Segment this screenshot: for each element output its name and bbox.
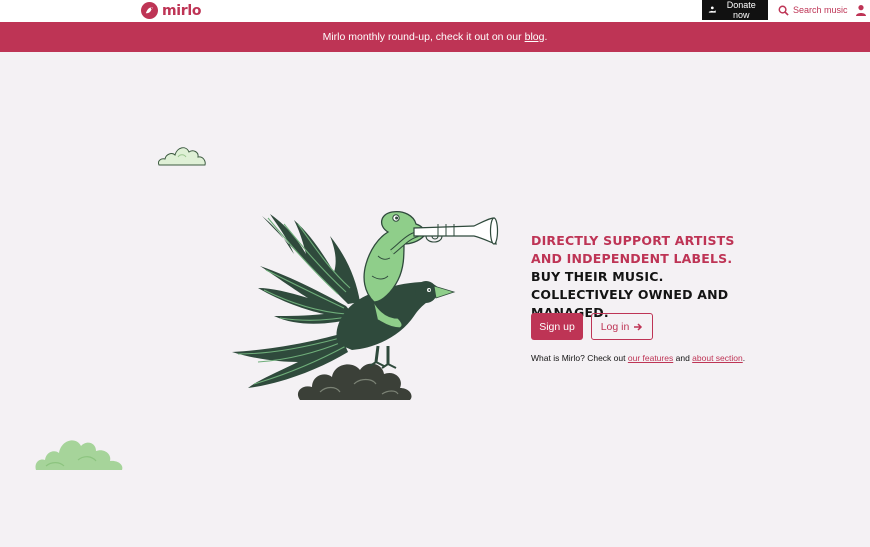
search-music-button[interactable]: Search music	[778, 3, 848, 17]
blog-link[interactable]: blog	[525, 31, 545, 43]
donate-button[interactable]: Donate now	[702, 0, 768, 20]
hero-tagline: Directly support artists and independent…	[531, 232, 756, 322]
about-suffix: .	[742, 353, 746, 363]
about-prefix: What is Mirlo? Check out	[531, 353, 626, 363]
top-nav: mirlo Donate now Search music	[0, 0, 870, 22]
search-icon	[778, 5, 789, 16]
features-link[interactable]: our features	[628, 353, 673, 363]
cloud-illustration-large	[35, 440, 123, 470]
tagline-accent: Directly support artists and independent…	[531, 233, 735, 266]
banner-text: Mirlo monthly round-up, check it out on …	[322, 31, 522, 43]
banner-suffix: .	[544, 31, 548, 43]
donate-label: Donate now	[726, 0, 756, 20]
logo-link[interactable]: mirlo	[141, 1, 202, 20]
cloud-illustration-small	[158, 147, 206, 166]
user-icon[interactable]	[855, 4, 867, 16]
login-label: Log in	[600, 320, 630, 333]
about-text: What is Mirlo? Check out our features an…	[531, 353, 745, 363]
about-and: and	[675, 353, 690, 363]
signup-button[interactable]: Sign up	[531, 313, 583, 340]
login-button[interactable]: Log in	[591, 313, 653, 340]
logo-text: mirlo	[162, 2, 202, 19]
bird-frog-trumpet-illustration	[232, 210, 499, 400]
about-section-link[interactable]: about section	[692, 353, 743, 363]
search-label: Search music	[793, 5, 848, 15]
mirlo-logo-icon	[141, 2, 158, 19]
donate-hand-icon	[708, 6, 716, 13]
arrow-right-icon	[634, 322, 643, 331]
announcement-banner: Mirlo monthly round-up, check it out on …	[0, 22, 870, 52]
